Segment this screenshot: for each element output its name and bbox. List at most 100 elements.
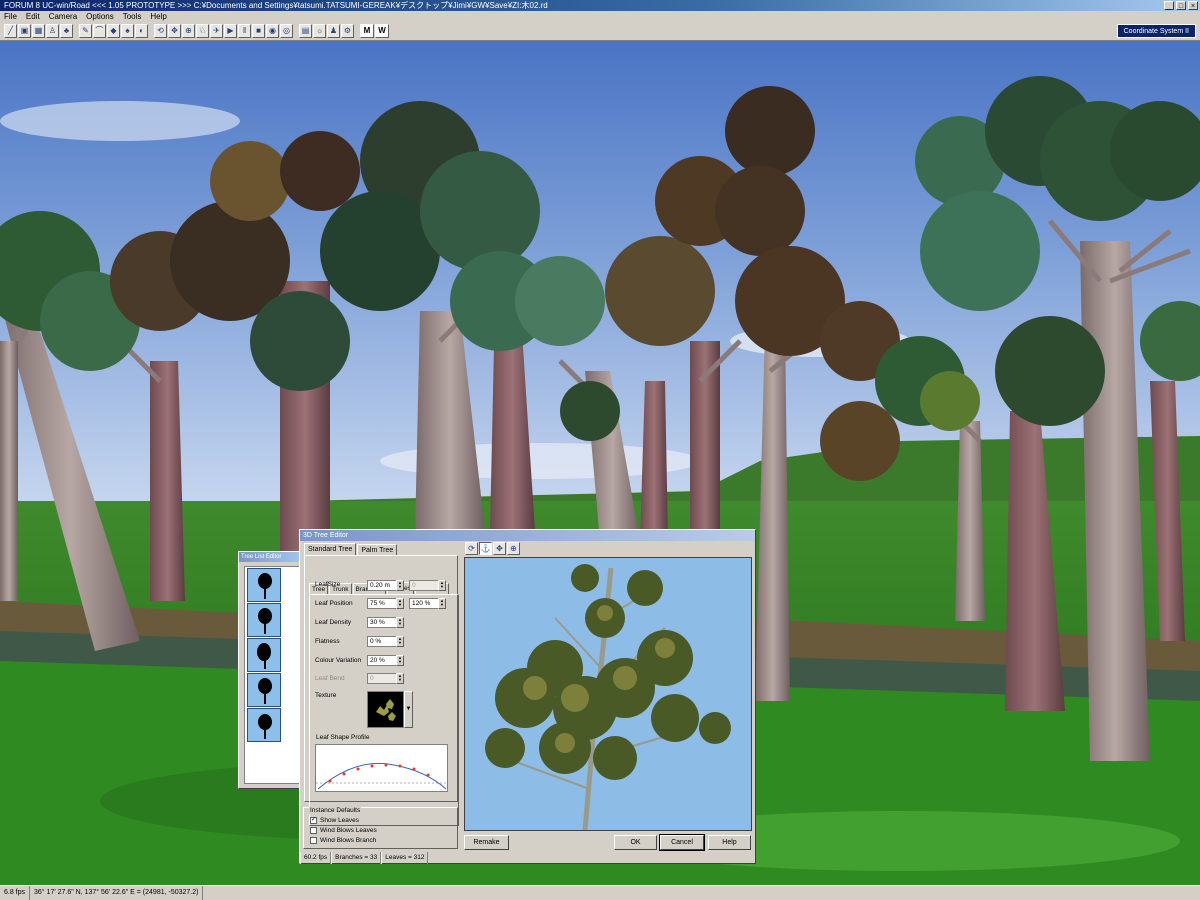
menu-file[interactable]: File xyxy=(4,11,17,22)
tree-thumbnail[interactable] xyxy=(247,603,281,637)
fly-icon[interactable]: ✈ xyxy=(210,24,223,38)
person-tool-icon[interactable]: ♙ xyxy=(46,24,59,38)
instance-defaults-group: Instance Defaults ✓ Show Leaves Wind Blow… xyxy=(303,807,458,849)
wind-blows-leaves-checkbox[interactable]: Wind Blows Leaves xyxy=(310,827,377,834)
profile-curve xyxy=(316,762,447,790)
colour-variation-input[interactable]: 20 % ▲ ▼ xyxy=(367,655,404,666)
light-icon[interactable]: ☼ xyxy=(313,24,326,38)
instance-defaults-label: Instance Defaults xyxy=(309,807,362,814)
texture-label: Texture xyxy=(315,692,337,699)
pan-icon[interactable]: ✥ xyxy=(168,24,181,38)
zoom-icon[interactable]: ⊕ xyxy=(182,24,195,38)
leaf-texture-image xyxy=(376,699,396,721)
leaf-size-input[interactable]: 0.20 m ▲ ▼ xyxy=(367,580,404,591)
spin-arrows-icon[interactable]: ▲ ▼ xyxy=(396,673,404,684)
tree-thumbnail[interactable] xyxy=(247,638,281,672)
leaf-position-input-2[interactable]: 120 % ▲ ▼ xyxy=(409,598,446,609)
menu-bar: File Edit Camera Options Tools Help xyxy=(0,11,1200,22)
car-tool-icon[interactable]: ◐ xyxy=(135,24,148,38)
tree-preview[interactable] xyxy=(464,557,752,831)
checkbox-icon[interactable] xyxy=(310,837,317,844)
branch-count: Branches = 33 xyxy=(331,852,382,864)
texture-dropdown-icon[interactable]: ▼ xyxy=(404,691,413,728)
spin-arrows-icon[interactable]: ▲ ▼ xyxy=(396,617,404,628)
help-button[interactable]: Help xyxy=(708,835,751,850)
preview-toolbar: ⟳ ⚓ ✥ ⊕ xyxy=(465,542,520,555)
maximize-button[interactable]: □ xyxy=(1176,1,1186,10)
show-leaves-checkbox[interactable]: ✓ Show Leaves xyxy=(310,817,359,824)
spin-arrows-icon[interactable]: ▲ ▼ xyxy=(396,636,404,647)
menu-help[interactable]: Help xyxy=(150,11,166,22)
spin-arrows-icon[interactable]: ▲ ▼ xyxy=(396,598,404,609)
tree-list[interactable] xyxy=(244,566,304,784)
play-icon[interactable]: ▶ xyxy=(224,24,237,38)
camera-position: 36° 17' 27.6" N, 137° 56' 22.6" E = (249… xyxy=(30,886,204,900)
wind-blows-branch-checkbox[interactable]: Wind Blows Branch xyxy=(310,837,376,844)
window-title-bar: FORUM 8 UC-win/Road <<< 1.05 PROTOTYPE >… xyxy=(0,0,1200,11)
road-tool-icon[interactable]: ╱ xyxy=(4,24,17,38)
move-view-icon[interactable]: ✥ xyxy=(493,542,506,555)
menu-camera[interactable]: Camera xyxy=(49,11,77,22)
tree-list-editor-title: Tree List Editor xyxy=(239,552,307,562)
close-button[interactable]: × xyxy=(1188,1,1198,10)
leaf-bend-input[interactable]: 0 ▲ ▼ xyxy=(367,673,404,684)
menu-tools[interactable]: Tools xyxy=(123,11,142,22)
camera-icon[interactable]: ◎ xyxy=(280,24,293,38)
stop-icon[interactable]: ■ xyxy=(252,24,265,38)
m-button[interactable]: M xyxy=(360,24,374,38)
pause-icon[interactable]: ‖ xyxy=(238,24,251,38)
flatness-label: Flatness xyxy=(315,638,340,645)
spin-arrows-icon[interactable]: ▲ ▼ xyxy=(396,655,404,666)
checkbox-checked-icon[interactable]: ✓ xyxy=(310,817,317,824)
leaf-position-input[interactable]: 75 % ▲ ▼ xyxy=(367,598,404,609)
rotate-icon[interactable]: ⟲ xyxy=(154,24,167,38)
tree-editor-title: 3D Tree Editor xyxy=(300,530,755,541)
tree-thumbnail[interactable] xyxy=(247,708,281,742)
flatness-input[interactable]: 0 % ▲ ▼ xyxy=(367,636,404,647)
table-tool-icon[interactable]: ▦ xyxy=(32,24,45,38)
main-toolbar: ╱ ▣ ▦ ♙ ♣ ✎ ⌒ ◆ ♠ ◐ ⟲ ✥ ⊕ ♘ ✈ ▶ ‖ ■ ◉ ◎ … xyxy=(0,22,1200,41)
bridge-tool-icon[interactable]: ⌒ xyxy=(93,24,106,38)
settings-icon[interactable]: ⚙ xyxy=(341,24,354,38)
tree-thumbnail[interactable] xyxy=(247,568,281,602)
leaf-bend-label: Leaf Bend xyxy=(315,675,345,682)
menu-edit[interactable]: Edit xyxy=(26,11,40,22)
rotate-view-icon[interactable]: ⟳ xyxy=(465,542,478,555)
view-icon[interactable]: ▤ xyxy=(299,24,312,38)
leaf-texture-swatch[interactable] xyxy=(367,691,404,728)
zoom-view-icon[interactable]: ⊕ xyxy=(507,542,520,555)
spin-arrows-icon[interactable]: ▲ ▼ xyxy=(438,598,446,609)
ok-button[interactable]: OK xyxy=(614,835,657,850)
tree-editor-statusbar: 60.2 fps Branches = 33 Leaves = 312 xyxy=(300,852,755,864)
leaf-count: Leaves = 312 xyxy=(381,852,429,864)
cancel-button[interactable]: Cancel xyxy=(659,834,705,851)
anchor-view-icon[interactable]: ⚓ xyxy=(479,542,492,555)
tree-tool-icon[interactable]: ♣ xyxy=(60,24,73,38)
drive-icon[interactable]: ◉ xyxy=(266,24,279,38)
model-tool-icon[interactable]: ◆ xyxy=(107,24,120,38)
leaf-density-input[interactable]: 30 % ▲ ▼ xyxy=(367,617,404,628)
tab-standard-tree[interactable]: Standard Tree xyxy=(304,543,357,555)
colour-variation-label: Colour Variation xyxy=(315,657,362,664)
coordinate-system-button[interactable]: Coordinate System II xyxy=(1116,24,1196,38)
checkbox-icon[interactable] xyxy=(310,827,317,834)
leaf-shape-profile-graph[interactable] xyxy=(315,744,448,792)
leaf-density-label: Leaf Density xyxy=(315,619,352,626)
intersection-tool-icon[interactable]: ▣ xyxy=(18,24,31,38)
leaf-shape-profile-label: Leaf Shape Profile xyxy=(316,734,370,741)
viewport-fps: 6.8 fps xyxy=(0,886,31,900)
walker-icon[interactable]: ♟ xyxy=(327,24,340,38)
walk-icon[interactable]: ♘ xyxy=(196,24,209,38)
w-button[interactable]: W xyxy=(375,24,389,38)
forest-tool-icon[interactable]: ♠ xyxy=(121,24,134,38)
leaf-size-label: LeafSize xyxy=(315,581,341,588)
edit-tool-icon[interactable]: ✎ xyxy=(79,24,92,38)
tab-palm-tree[interactable]: Palm Tree xyxy=(357,544,398,555)
spin-arrows-icon[interactable]: ▲ ▼ xyxy=(438,580,446,591)
minimize-button[interactable]: _ xyxy=(1164,1,1174,10)
menu-options[interactable]: Options xyxy=(86,11,114,22)
tree-thumbnail[interactable] xyxy=(247,673,281,707)
spin-arrows-icon[interactable]: ▲ ▼ xyxy=(396,580,404,591)
leaf-size-input-2[interactable]: 0 ▲ ▼ xyxy=(409,580,446,591)
remake-button[interactable]: Remake xyxy=(464,835,509,850)
